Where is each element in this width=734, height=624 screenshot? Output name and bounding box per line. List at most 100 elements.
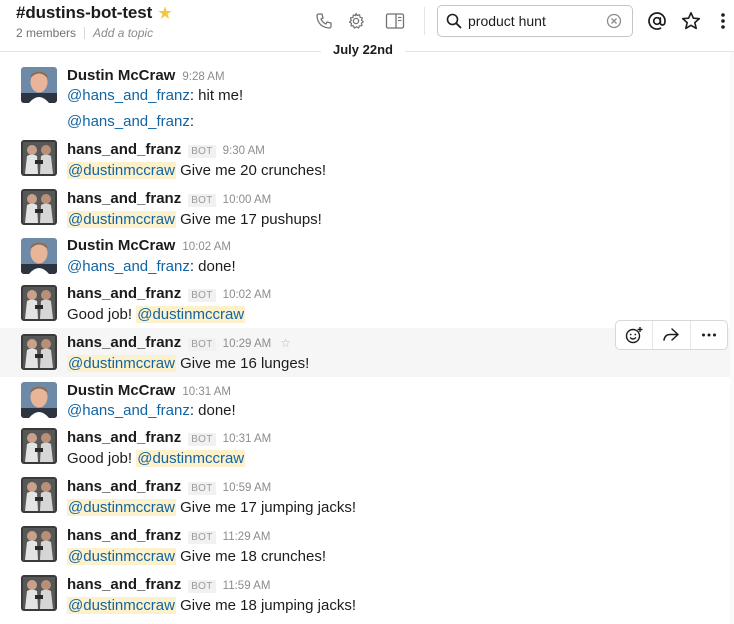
add-reaction-icon [625, 327, 643, 344]
message-text: @dustinmccraw Give me 16 lunges! [67, 355, 309, 372]
username[interactable]: hans_and_franz [67, 576, 181, 593]
timestamp[interactable]: 10:31 AM [182, 386, 231, 398]
message-header: hans_and_franz BOT 9:30 AM [67, 141, 265, 158]
mention[interactable]: @dustinmccraw [67, 548, 176, 565]
avatar[interactable] [21, 238, 57, 274]
message-text: @dustinmccraw Give me 17 pushups! [67, 211, 322, 228]
bot-badge: BOT [188, 580, 216, 593]
avatar[interactable] [21, 140, 57, 176]
timestamp[interactable]: 11:29 AM [223, 531, 271, 543]
share-message-button[interactable] [653, 321, 691, 349]
avatar[interactable] [21, 428, 57, 464]
timestamp[interactable]: 9:30 AM [223, 145, 265, 157]
mention[interactable]: @dustinmccraw [67, 211, 176, 228]
message: hans_and_franz BOT 10:31 AM Good job! @d… [0, 424, 734, 473]
username[interactable]: hans_and_franz [67, 285, 181, 302]
timestamp[interactable]: 10:02 AM [223, 289, 272, 301]
message-body: : done! [189, 258, 236, 275]
message-text: @hans_and_franz: [67, 113, 194, 130]
mention[interactable]: @hans_and_franz [67, 258, 190, 275]
bot-badge: BOT [188, 194, 216, 207]
avatar[interactable] [21, 189, 57, 225]
timestamp[interactable]: 10:31 AM [223, 433, 272, 445]
avatar[interactable] [21, 67, 57, 103]
username[interactable]: hans_and_franz [67, 429, 181, 446]
bot-badge: BOT [188, 433, 216, 446]
message-text: @hans_and_franz: hit me! [67, 87, 243, 104]
mention[interactable]: @hans_and_franz [67, 402, 190, 419]
search-box[interactable] [437, 5, 633, 37]
message-body: Give me 17 pushups! [175, 211, 322, 228]
message-header: hans_and_franz BOT 11:59 AM [67, 576, 270, 593]
mention[interactable]: @dustinmccraw [67, 499, 176, 516]
star-icon[interactable]: ★ [158, 4, 171, 22]
header-divider [424, 7, 425, 35]
gear-icon[interactable] [346, 11, 366, 31]
avatar[interactable] [21, 382, 57, 418]
bot-badge: BOT [188, 289, 216, 302]
message-header: Dustin McCraw 10:02 AM [67, 237, 231, 254]
clear-search-icon[interactable] [606, 13, 622, 34]
avatar[interactable] [21, 477, 57, 513]
ellipsis-icon [701, 333, 716, 337]
more-actions-button[interactable] [691, 321, 727, 349]
message-text: Good job! @dustinmccraw [67, 306, 246, 323]
message-text: @dustinmccraw Give me 20 crunches! [67, 162, 326, 179]
timestamp[interactable]: 10:00 AM [223, 194, 272, 206]
message-text: @dustinmccraw Give me 18 crunches! [67, 548, 326, 565]
timestamp[interactable]: 10:29 AM [223, 338, 272, 350]
message-body: Good job! [67, 450, 137, 467]
avatar[interactable] [21, 285, 57, 321]
message-header: hans_and_franz BOT 10:00 AM [67, 190, 271, 207]
mentions-icon[interactable] [647, 11, 667, 31]
username[interactable]: hans_and_franz [67, 190, 181, 207]
timestamp[interactable]: 10:59 AM [223, 482, 272, 494]
mention[interactable]: @hans_and_franz [67, 87, 190, 104]
avatar[interactable] [21, 334, 57, 370]
avatar[interactable] [21, 526, 57, 562]
username[interactable]: hans_and_franz [67, 141, 181, 158]
search-icon [446, 13, 462, 34]
avatar[interactable] [21, 575, 57, 611]
scrollbar[interactable] [730, 52, 734, 624]
bot-badge: BOT [188, 531, 216, 544]
username[interactable]: hans_and_franz [67, 478, 181, 495]
mention[interactable]: @dustinmccraw [136, 450, 246, 467]
phone-icon[interactable] [314, 11, 334, 31]
timestamp[interactable]: 11:59 AM [223, 580, 271, 592]
meta-divider [84, 27, 86, 39]
message-header: Dustin McCraw 10:31 AM [67, 382, 231, 399]
username[interactable]: hans_and_franz [67, 527, 181, 544]
message: Dustin McCraw 10:02 AM @hans_and_franz: … [0, 232, 734, 279]
username[interactable]: Dustin McCraw [67, 382, 175, 399]
message: Dustin McCraw 10:31 AM @hans_and_franz: … [0, 377, 734, 424]
message-body: Good job! [67, 306, 137, 323]
channel-title[interactable]: #dustins-bot-test ★ [16, 3, 172, 23]
details-pane-icon[interactable] [385, 11, 405, 31]
mention[interactable]: @dustinmccraw [67, 355, 176, 372]
add-topic-link[interactable]: Add a topic [93, 26, 153, 40]
message: hans_and_franz BOT 11:29 AM @dustinmccra… [0, 522, 734, 571]
username[interactable]: hans_and_franz [67, 334, 181, 351]
mention[interactable]: @dustinmccraw [67, 597, 176, 614]
message-text: @dustinmccraw Give me 18 jumping jacks! [67, 597, 356, 614]
mention[interactable]: @hans_and_franz [67, 113, 190, 130]
star-message-icon[interactable]: ☆ [280, 336, 291, 350]
search-input[interactable] [468, 12, 598, 30]
username[interactable]: Dustin McCraw [67, 67, 175, 84]
more-options-icon[interactable] [713, 11, 733, 31]
mention[interactable]: @dustinmccraw [67, 162, 176, 179]
message-header: Dustin McCraw 9:28 AM [67, 67, 225, 84]
timestamp[interactable]: 9:28 AM [182, 71, 224, 83]
add-reaction-button[interactable] [616, 321, 654, 349]
member-count[interactable]: 2 members [16, 26, 76, 40]
mention[interactable]: @dustinmccraw [136, 306, 246, 323]
channel-name[interactable]: #dustins-bot-test [16, 3, 152, 23]
timestamp[interactable]: 10:02 AM [182, 241, 231, 253]
message: Dustin McCraw 9:28 AM @hans_and_franz: h… [0, 60, 734, 108]
share-icon [663, 328, 680, 341]
starred-items-icon[interactable] [681, 11, 701, 31]
username[interactable]: Dustin McCraw [67, 237, 175, 254]
bot-badge: BOT [188, 482, 216, 495]
message-header: hans_and_franz BOT 10:59 AM [67, 478, 271, 495]
